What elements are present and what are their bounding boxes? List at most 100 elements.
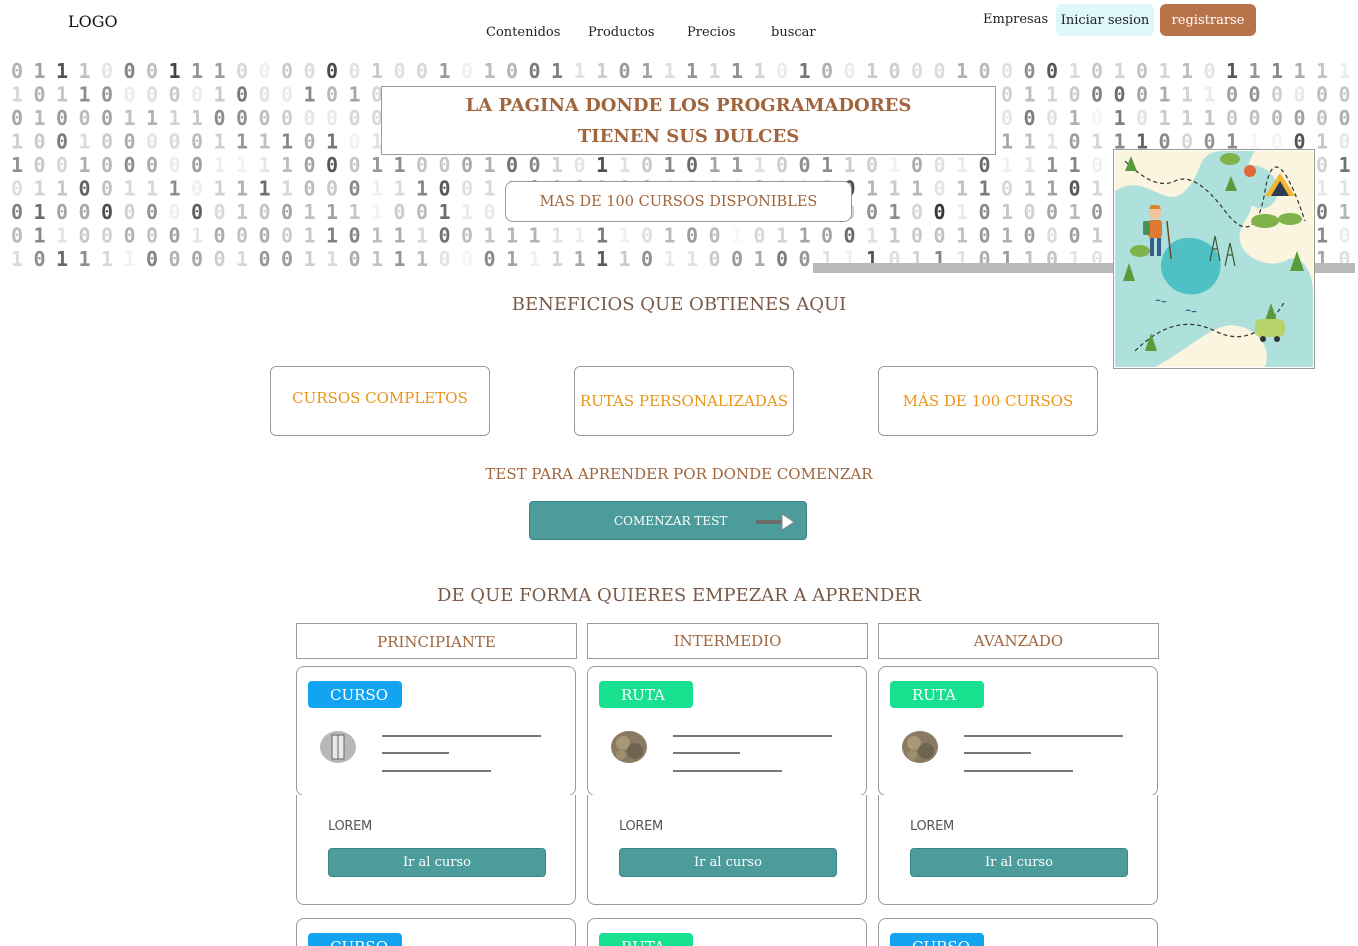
login-button[interactable]: Iniciar sesion <box>1056 4 1154 36</box>
svg-text:1: 1 <box>101 247 113 271</box>
course-card-row2[interactable]: CURSO <box>296 918 576 946</box>
nav-buscar[interactable]: buscar <box>771 25 816 40</box>
svg-text:1: 1 <box>79 247 91 271</box>
benefit-label: MÁS DE 100 CURSOS <box>902 392 1074 410</box>
svg-text:0: 0 <box>79 106 91 130</box>
svg-text:0: 0 <box>349 130 361 154</box>
svg-text:1: 1 <box>416 247 428 271</box>
svg-text:0: 0 <box>56 106 68 130</box>
svg-text:1: 1 <box>551 59 563 83</box>
svg-text:0: 0 <box>889 59 901 83</box>
svg-text:0: 0 <box>34 153 46 177</box>
svg-text:0: 0 <box>821 224 833 248</box>
start-test-button[interactable]: COMENZAR TEST <box>529 501 807 540</box>
svg-text:1: 1 <box>191 224 203 248</box>
svg-text:0: 0 <box>866 153 878 177</box>
svg-text:1: 1 <box>731 59 743 83</box>
svg-text:1: 1 <box>956 153 968 177</box>
level-label: PRINCIPIANTE <box>377 633 496 651</box>
svg-text:1: 1 <box>236 153 248 177</box>
svg-text:0: 0 <box>34 247 46 271</box>
svg-text:0: 0 <box>11 106 23 130</box>
svg-text:1: 1 <box>1001 130 1013 154</box>
svg-text:1: 1 <box>1024 130 1036 154</box>
svg-text:0: 0 <box>79 200 91 224</box>
register-button[interactable]: registrarse <box>1160 4 1256 36</box>
svg-text:1: 1 <box>11 153 23 177</box>
svg-text:1: 1 <box>956 224 968 248</box>
svg-text:1: 1 <box>259 177 271 201</box>
tab-intermedio[interactable]: INTERMEDIO <box>587 623 868 659</box>
nav-contenidos[interactable]: Contenidos <box>486 25 560 40</box>
svg-text:1: 1 <box>1204 83 1216 107</box>
svg-text:1: 1 <box>236 200 248 224</box>
svg-text:0: 0 <box>506 153 518 177</box>
svg-text:0: 0 <box>1091 200 1103 224</box>
tab-principiante[interactable]: PRINCIPIANTE <box>296 623 577 659</box>
svg-text:0: 0 <box>461 247 473 271</box>
card-lorem-text: LOREM <box>328 819 372 834</box>
svg-text:1: 1 <box>664 59 676 83</box>
hero-title-line1: LA PAGINA DONDE LOS PROGRAMADORES <box>465 94 912 116</box>
svg-text:1: 1 <box>394 153 406 177</box>
go-to-course-button[interactable]: Ir al curso <box>328 848 546 877</box>
svg-text:1: 1 <box>1181 106 1193 130</box>
svg-text:0: 0 <box>934 224 946 248</box>
course-card-row2[interactable]: RUTA <box>587 918 867 946</box>
nav-productos[interactable]: Productos <box>588 25 655 40</box>
svg-text:1: 1 <box>11 83 23 107</box>
svg-text:0: 0 <box>1339 83 1351 107</box>
svg-text:1: 1 <box>731 153 743 177</box>
svg-text:1: 1 <box>1024 177 1036 201</box>
logo[interactable]: LOGO <box>68 12 118 31</box>
svg-text:1: 1 <box>281 177 293 201</box>
svg-text:1: 1 <box>326 130 338 154</box>
svg-text:1: 1 <box>439 59 451 83</box>
svg-text:0: 0 <box>11 59 23 83</box>
svg-text:0: 0 <box>911 200 923 224</box>
svg-text:0: 0 <box>146 153 158 177</box>
svg-text:0: 0 <box>1024 106 1036 130</box>
svg-text:0: 0 <box>101 153 113 177</box>
svg-text:1: 1 <box>11 130 23 154</box>
svg-text:0: 0 <box>1024 59 1036 83</box>
svg-text:1: 1 <box>1159 106 1171 130</box>
go-to-course-button[interactable]: Ir al curso <box>910 848 1128 877</box>
svg-text:1: 1 <box>236 130 248 154</box>
svg-text:0: 0 <box>911 153 923 177</box>
course-card-principiante[interactable]: CURSO <box>296 666 576 796</box>
svg-text:0: 0 <box>281 247 293 271</box>
svg-text:1: 1 <box>596 247 608 271</box>
course-card-intermedio[interactable]: RUTA <box>587 666 867 796</box>
svg-text:0: 0 <box>574 153 586 177</box>
placeholder-line <box>673 770 782 772</box>
svg-text:0: 0 <box>304 59 316 83</box>
svg-text:0: 0 <box>124 200 136 224</box>
svg-text:1: 1 <box>416 177 428 201</box>
course-card-row2[interactable]: CURSO <box>878 918 1158 946</box>
svg-text:0: 0 <box>641 153 653 177</box>
go-to-course-button[interactable]: Ir al curso <box>619 848 837 877</box>
course-card-avanzado[interactable]: RUTA <box>878 666 1158 796</box>
svg-text:0: 0 <box>101 224 113 248</box>
svg-text:0: 0 <box>101 130 113 154</box>
svg-text:0: 0 <box>1204 59 1216 83</box>
svg-text:1: 1 <box>1316 130 1328 154</box>
empresas-link[interactable]: Empresas <box>983 12 1048 27</box>
svg-text:0: 0 <box>169 130 181 154</box>
svg-text:0: 0 <box>259 106 271 130</box>
placeholder-line <box>382 752 449 754</box>
hiker-map-image <box>1115 151 1313 367</box>
tab-avanzado[interactable]: AVANZADO <box>878 623 1159 659</box>
svg-text:0: 0 <box>799 153 811 177</box>
svg-text:1: 1 <box>1069 153 1081 177</box>
svg-text:1: 1 <box>1046 177 1058 201</box>
svg-text:1: 1 <box>956 177 968 201</box>
svg-text:0: 0 <box>236 106 248 130</box>
nav-precios[interactable]: Precios <box>687 25 736 40</box>
svg-text:1: 1 <box>214 130 226 154</box>
svg-text:0: 0 <box>56 153 68 177</box>
course-card-footer: LOREM Ir al curso <box>587 795 867 905</box>
svg-text:0: 0 <box>281 224 293 248</box>
svg-text:0: 0 <box>1316 153 1328 177</box>
